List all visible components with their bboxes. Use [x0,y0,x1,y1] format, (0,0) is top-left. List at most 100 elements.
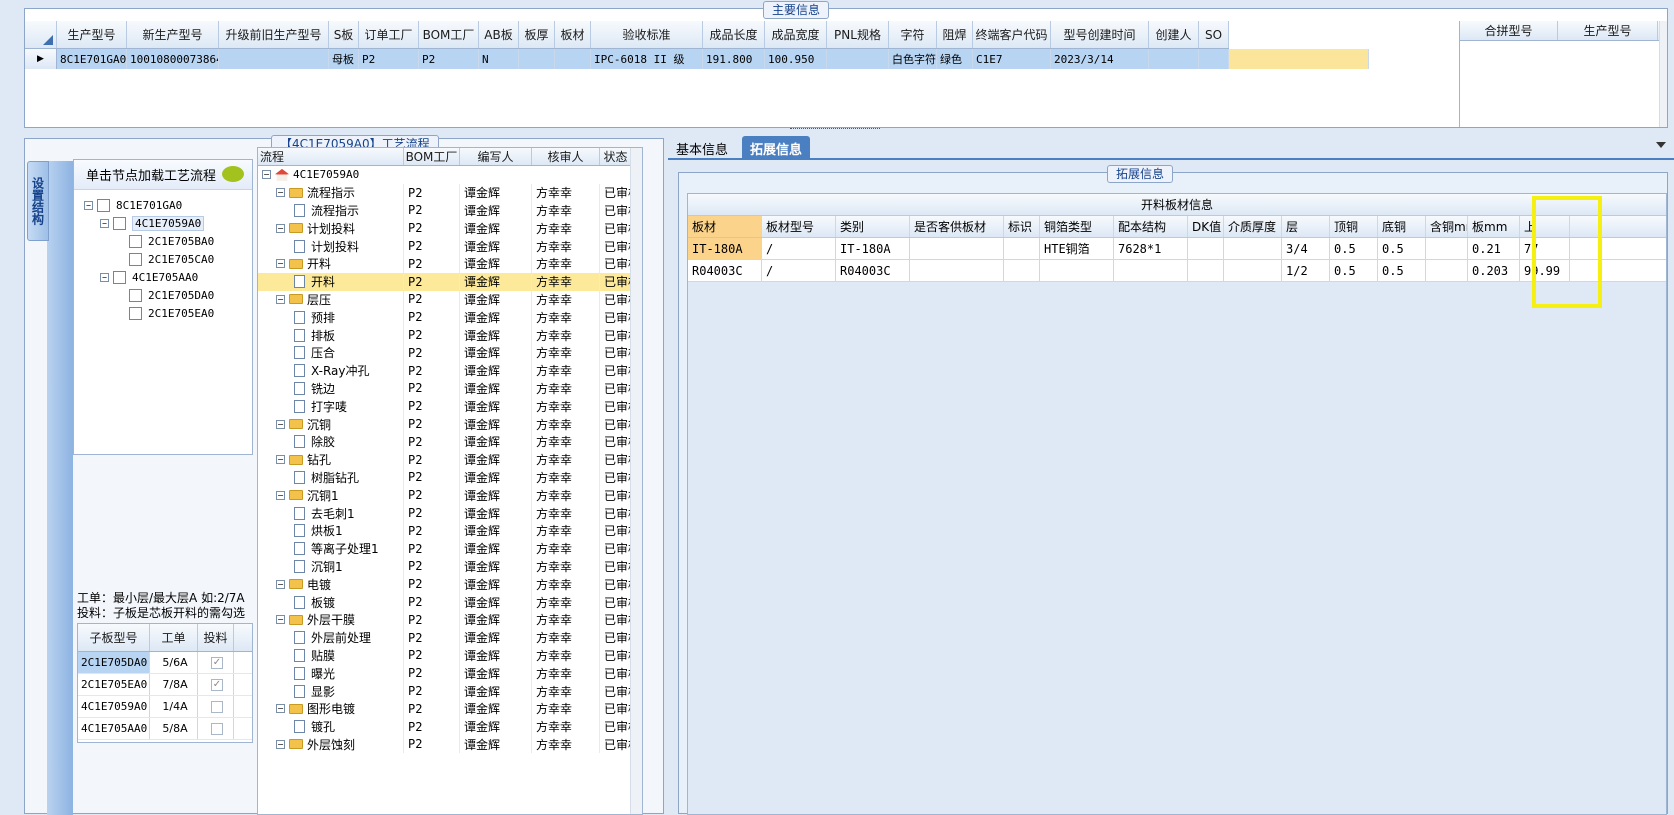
mat-cell[interactable]: 0.21 [1468,238,1520,259]
sub-cell-order[interactable]: 7/8A [150,674,198,695]
mat-col-13[interactable]: 板mm [1468,216,1520,237]
tree-node[interactable]: − 4C1E705AA0 [100,268,198,286]
flow-row[interactable]: 板镀 P2谭金辉方幸幸已审核 [258,593,642,611]
mat-cell[interactable]: 0.5 [1378,238,1426,259]
flow-col-flow[interactable]: 流程 [258,148,404,165]
main-col-2[interactable]: 升级前旧生产型号 [219,21,329,48]
flow-row[interactable]: − 计划投料 P2谭金辉方幸幸已审核 [258,219,642,238]
main-col-15[interactable]: 终端客户代码 [973,21,1051,48]
flow-row[interactable]: X-Ray冲孔 P2谭金辉方幸幸已审核 [258,361,642,380]
main-cell-6[interactable]: N [479,49,519,69]
main-col-8[interactable]: 板材 [555,21,591,48]
mat-cell[interactable]: R04003C [836,260,910,281]
collapse-icon[interactable]: − [276,579,285,589]
mat-col-3[interactable]: 是否客供板材 [910,216,1004,237]
mat-cell[interactable]: 7628*1 [1114,238,1188,259]
mat-cell[interactable]: IT-180A [836,238,910,259]
main-cell-7[interactable] [519,49,555,69]
collapse-icon[interactable]: − [262,170,271,180]
mat-cell[interactable] [1114,260,1188,281]
mat-cell[interactable]: / [762,260,836,281]
collapse-icon[interactable]: − [276,490,285,500]
main-cell-5[interactable]: P2 [419,49,479,69]
flow-row[interactable]: 打字唛 P2谭金辉方幸幸已审核 [258,397,642,416]
mat-cell[interactable] [1426,238,1468,259]
flow-row[interactable]: − 外层干膜 P2谭金辉方幸幸已审核 [258,610,642,629]
flow-row[interactable]: 曝光 P2谭金辉方幸幸已审核 [258,664,642,683]
flow-col-writer[interactable]: 编写人 [460,148,532,165]
material-row[interactable]: R04003C / R04003C 1/2 0.5 0.5 0.203 99.99 [688,260,1666,282]
main-cell-17[interactable] [1149,49,1199,69]
mat-col-12[interactable]: 含铜mm [1426,216,1468,237]
sub-col-model[interactable]: 子板型号 [78,624,150,651]
flow-row[interactable]: 显影 P2谭金辉方幸幸已审核 [258,682,642,700]
flow-col-bom[interactable]: BOM工厂 [404,148,460,165]
mat-col-9[interactable]: 层 [1282,216,1330,237]
sub-grid-row[interactable]: 4C1E7059A0 1/4A [78,696,252,718]
flow-row[interactable]: 去毛刺1 P2谭金辉方幸幸已审核 [258,504,642,522]
mat-col-1[interactable]: 板材型号 [762,216,836,237]
sub-cell-model[interactable]: 2C1E705DA0 [78,652,150,673]
main-col-6[interactable]: AB板 [479,21,519,48]
mat-cell[interactable]: 1/2 [1282,260,1330,281]
merge-col-model[interactable]: 合拼型号 [1460,21,1558,40]
flow-row[interactable]: 铣边 P2谭金辉方幸幸已审核 [258,379,642,398]
main-col-0[interactable]: 生产型号 [57,21,127,48]
main-col-7[interactable]: 板厚 [519,21,555,48]
collapse-icon[interactable]: − [276,739,285,749]
main-col-10[interactable]: 成品长度 [703,21,765,48]
main-cell-2[interactable] [219,49,329,69]
tree-node[interactable]: 2C1E705CA0 [116,250,214,268]
material-row[interactable]: IT-180A / IT-180A HTE铜箔 7628*1 3/4 0.5 0.5 0.21 7… [688,238,1666,260]
feed-checkbox[interactable] [211,700,223,713]
collapse-icon[interactable]: − [100,272,109,282]
flow-row[interactable]: 开料 P2谭金辉方幸幸已审核 [258,272,642,291]
collapse-icon[interactable]: − [276,188,285,198]
mat-cell[interactable] [1224,238,1282,259]
flow-row[interactable]: 沉铜1 P2谭金辉方幸幸已审核 [258,557,642,576]
feed-checkbox[interactable] [211,722,223,735]
feed-checkbox[interactable]: ✓ [211,678,223,691]
sub-cell-model[interactable]: 4C1E705AA0 [78,718,150,739]
main-cell-4[interactable]: P2 [359,49,419,69]
mat-cell[interactable]: HTE铜箔 [1040,238,1114,259]
flow-row[interactable]: 烘板1 P2谭金辉方幸幸已审核 [258,521,642,540]
mat-col-11[interactable]: 底铜 [1378,216,1426,237]
mat-cell[interactable] [910,260,1004,281]
collapse-icon[interactable]: − [276,455,285,465]
mat-col-7[interactable]: DK值 [1188,216,1224,237]
tab-extended-info[interactable]: 拓展信息 [742,136,811,160]
mat-cell[interactable] [1188,260,1224,281]
main-cell-8[interactable] [555,49,591,69]
main-col-4[interactable]: 订单工厂 [359,21,419,48]
collapse-icon[interactable]: − [276,223,285,233]
flow-col-status[interactable]: 状态 [600,148,632,165]
main-cell-12[interactable] [827,49,889,69]
main-col-3[interactable]: S板 [329,21,359,48]
tree-node[interactable]: 2C1E705BA0 [116,232,214,250]
main-grid-row[interactable]: ▶ 8C1E701GA0 10010800073864 母板 P2 P2 N IPC-601… [25,49,1369,69]
flow-row[interactable]: 流程指示 P2谭金辉方幸幸已审核 [258,201,642,220]
collapse-icon[interactable]: − [276,294,285,304]
mat-col-6[interactable]: 配本结构 [1114,216,1188,237]
flow-row[interactable]: − 沉铜1 P2谭金辉方幸幸已审核 [258,486,642,505]
collapse-icon[interactable]: − [100,218,109,228]
grid-corner[interactable] [25,21,57,48]
mat-cell[interactable]: R04003C [688,260,762,281]
main-col-12[interactable]: PNL规格 [827,21,889,48]
mat-cell[interactable] [1040,260,1114,281]
sub-cell-order[interactable]: 5/8A [150,718,198,739]
mat-cell[interactable] [1188,238,1224,259]
mat-cell[interactable] [1004,260,1040,281]
mat-cell[interactable]: / [762,238,836,259]
tab-dropdown-icon[interactable] [1656,142,1666,148]
mat-cell[interactable]: 0.203 [1468,260,1520,281]
tree-node[interactable]: 2C1E705DA0 [116,286,214,304]
tree-node[interactable]: − 8C1E701GA0 [84,196,182,214]
flow-row[interactable]: − 开料 P2谭金辉方幸幸已审核 [258,254,642,273]
sub-col-order[interactable]: 工单 [150,624,198,651]
tree-node[interactable]: 2C1E705EA0 [116,304,214,322]
flow-root-row[interactable]: − 4C1E7059A0 [258,166,642,184]
main-cell-16[interactable]: 2023/3/14 [1051,49,1149,69]
main-col-5[interactable]: BOM工厂 [419,21,479,48]
